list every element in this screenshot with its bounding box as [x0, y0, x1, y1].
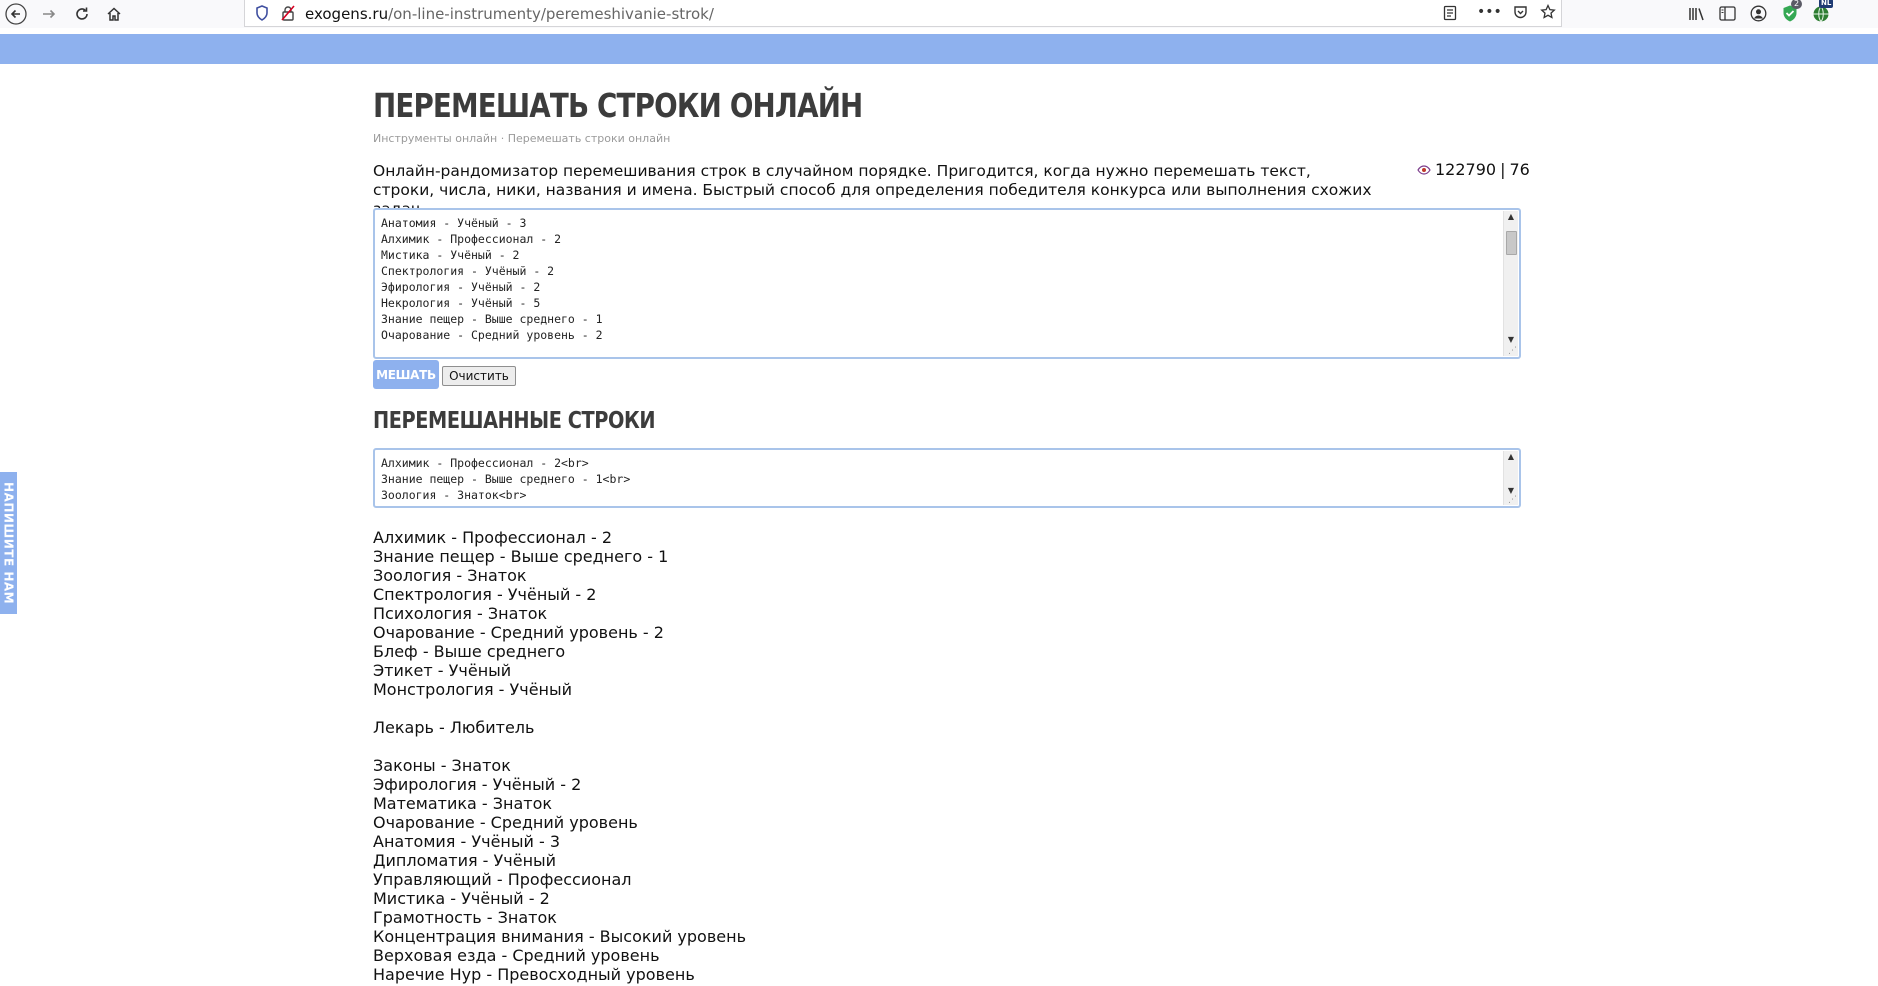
pocket-icon[interactable] [1513, 5, 1528, 24]
library-icon[interactable] [1688, 6, 1706, 26]
result-line: Концентрация внимания - Высокий уровень [373, 927, 746, 946]
page-stats: 122790 | 76 [1417, 160, 1530, 179]
result-line: Лекарь - Любитель [373, 718, 535, 737]
account-icon[interactable] [1750, 5, 1767, 26]
input-textarea[interactable]: Анатомия - Учёный - 3 Алхимик - Профессио… [373, 208, 1521, 359]
breadcrumb-current: Перемешать строки онлайн [507, 132, 671, 145]
input-line: Некрология - Учёный - 5 [381, 296, 541, 310]
result-line [373, 737, 746, 756]
contact-us-label: НАПИШИТЕ НАМ [1, 481, 16, 605]
scroll-down-arrow-icon[interactable]: ▼ [1504, 334, 1518, 346]
result-line: Спектрология - Учёный - 2 [373, 585, 597, 604]
result-line: Этикет - Учёный [373, 661, 512, 680]
forward-icon[interactable] [37, 2, 61, 26]
scroll-up-arrow-icon[interactable]: ▲ [1504, 211, 1518, 223]
input-line: Очарование - Средний уровень - 2 [381, 328, 603, 342]
site-header-band [0, 34, 1878, 64]
result-line: Управляющий - Профессионал [373, 870, 632, 889]
stats-separator: | [1500, 160, 1506, 179]
bookmark-star-icon[interactable] [1540, 3, 1556, 24]
result-line: Анатомия - Учёный - 3 [373, 832, 561, 851]
result-line: Верховая езда - Средний уровень [373, 946, 660, 965]
shield-icon[interactable] [255, 5, 269, 25]
more-actions-icon[interactable]: ••• [1477, 4, 1502, 20]
result-section-title: ПЕРЕМЕШАННЫЕ СТРОКИ [373, 408, 656, 434]
page-title: ПЕРЕМЕШАТЬ СТРОКИ ОНЛАЙН [373, 86, 863, 125]
result-line: Дипломатия - Учёный [373, 851, 557, 870]
result-line: Грамотность - Знаток [373, 908, 557, 927]
result-line: Алхимик - Профессионал - 2 [373, 528, 613, 547]
input-line: Алхимик - Профессионал - 2 [381, 232, 562, 246]
mix-button[interactable]: МЕШАТЬ [373, 360, 439, 389]
vpn-globe-icon[interactable] [1812, 5, 1830, 27]
result-line: Монстрология - Учёный [373, 680, 573, 699]
view-count: 122790 [1435, 160, 1497, 179]
url-path: /on-line-instrumenty/peremeshivanie-stro… [388, 5, 714, 23]
back-icon[interactable] [4, 2, 28, 26]
result-line: Математика - Знаток [373, 794, 553, 813]
resize-grip-icon[interactable]: ⋰ [1508, 495, 1517, 505]
extension-badge: 2 [1791, 0, 1803, 9]
input-lines: Анатомия - Учёный - 3 Алхимик - Профессио… [381, 215, 603, 343]
sidebar-icon[interactable] [1719, 6, 1736, 25]
result-line: Блеф - Выше среднего [373, 642, 566, 661]
result-html-line: Зоология - Знаток<br> [381, 488, 527, 502]
input-line: Эфирология - Учёный - 2 [381, 280, 541, 294]
scroll-up-arrow-icon[interactable]: ▲ [1504, 451, 1518, 463]
scroll-thumb[interactable] [1506, 231, 1517, 255]
result-line: Знание пещер - Выше среднего - 1 [373, 547, 669, 566]
reload-icon[interactable] [70, 2, 94, 26]
eye-icon [1417, 164, 1431, 175]
input-line: Знание пещер - Выше среднего - 1 [381, 312, 603, 326]
result-line: Очарование - Средний уровень [373, 813, 638, 832]
result-line: Зоология - Знаток [373, 566, 527, 585]
result-list: Алхимик - Профессионал - 2 Знание пещер -… [373, 528, 746, 984]
result-line: Законы - Знаток [373, 756, 511, 775]
breadcrumb-home-link[interactable]: Инструменты онлайн [373, 132, 497, 145]
browser-toolbar: exogens.ru/on-line-instrumenty/peremeshi… [0, 0, 1878, 28]
input-line: Анатомия - Учёный - 3 [381, 216, 527, 230]
input-scrollbar[interactable]: ▲ ▼ [1503, 211, 1518, 356]
contact-us-tab[interactable]: НАПИШИТЕ НАМ [0, 472, 17, 614]
result-line: Психология - Знаток [373, 604, 548, 623]
url-host: exogens.ru [305, 5, 389, 23]
breadcrumb: Инструменты онлайн · Перемешать строки о… [373, 132, 670, 145]
home-icon[interactable] [102, 2, 126, 26]
breadcrumb-separator: · [500, 132, 505, 145]
result-line: Наречие Нур - Превосходный уровень [373, 965, 695, 984]
resize-grip-icon[interactable]: ⋰ [1508, 346, 1517, 356]
result-line: Эфирология - Учёный - 2 [373, 775, 582, 794]
url-text[interactable]: exogens.ru/on-line-instrumenty/peremeshi… [305, 5, 714, 23]
result-html-line: Знание пещер - Выше среднего - 1<br> [381, 472, 631, 486]
result-html-lines: Алхимик - Профессионал - 2<br> Знание пещ… [381, 455, 630, 503]
result-line [373, 699, 746, 718]
insecure-lock-icon[interactable] [281, 5, 295, 25]
comment-count: 76 [1509, 160, 1530, 179]
address-bar[interactable]: exogens.ru/on-line-instrumenty/peremeshi… [244, 0, 1562, 27]
result-line: Мистика - Учёный - 2 [373, 889, 550, 908]
reader-view-icon[interactable] [1443, 5, 1457, 25]
input-line: Спектрология - Учёный - 2 [381, 264, 555, 278]
input-line: Мистика - Учёный - 2 [381, 248, 520, 262]
result-html-line: Алхимик - Профессионал - 2<br> [381, 456, 589, 470]
result-line: Очарование - Средний уровень - 2 [373, 623, 664, 642]
vpn-locale-badge: NL [1819, 0, 1834, 8]
result-html-textarea[interactable]: Алхимик - Профессионал - 2<br> Знание пещ… [373, 448, 1521, 508]
clear-button[interactable]: Очистить [442, 366, 516, 386]
